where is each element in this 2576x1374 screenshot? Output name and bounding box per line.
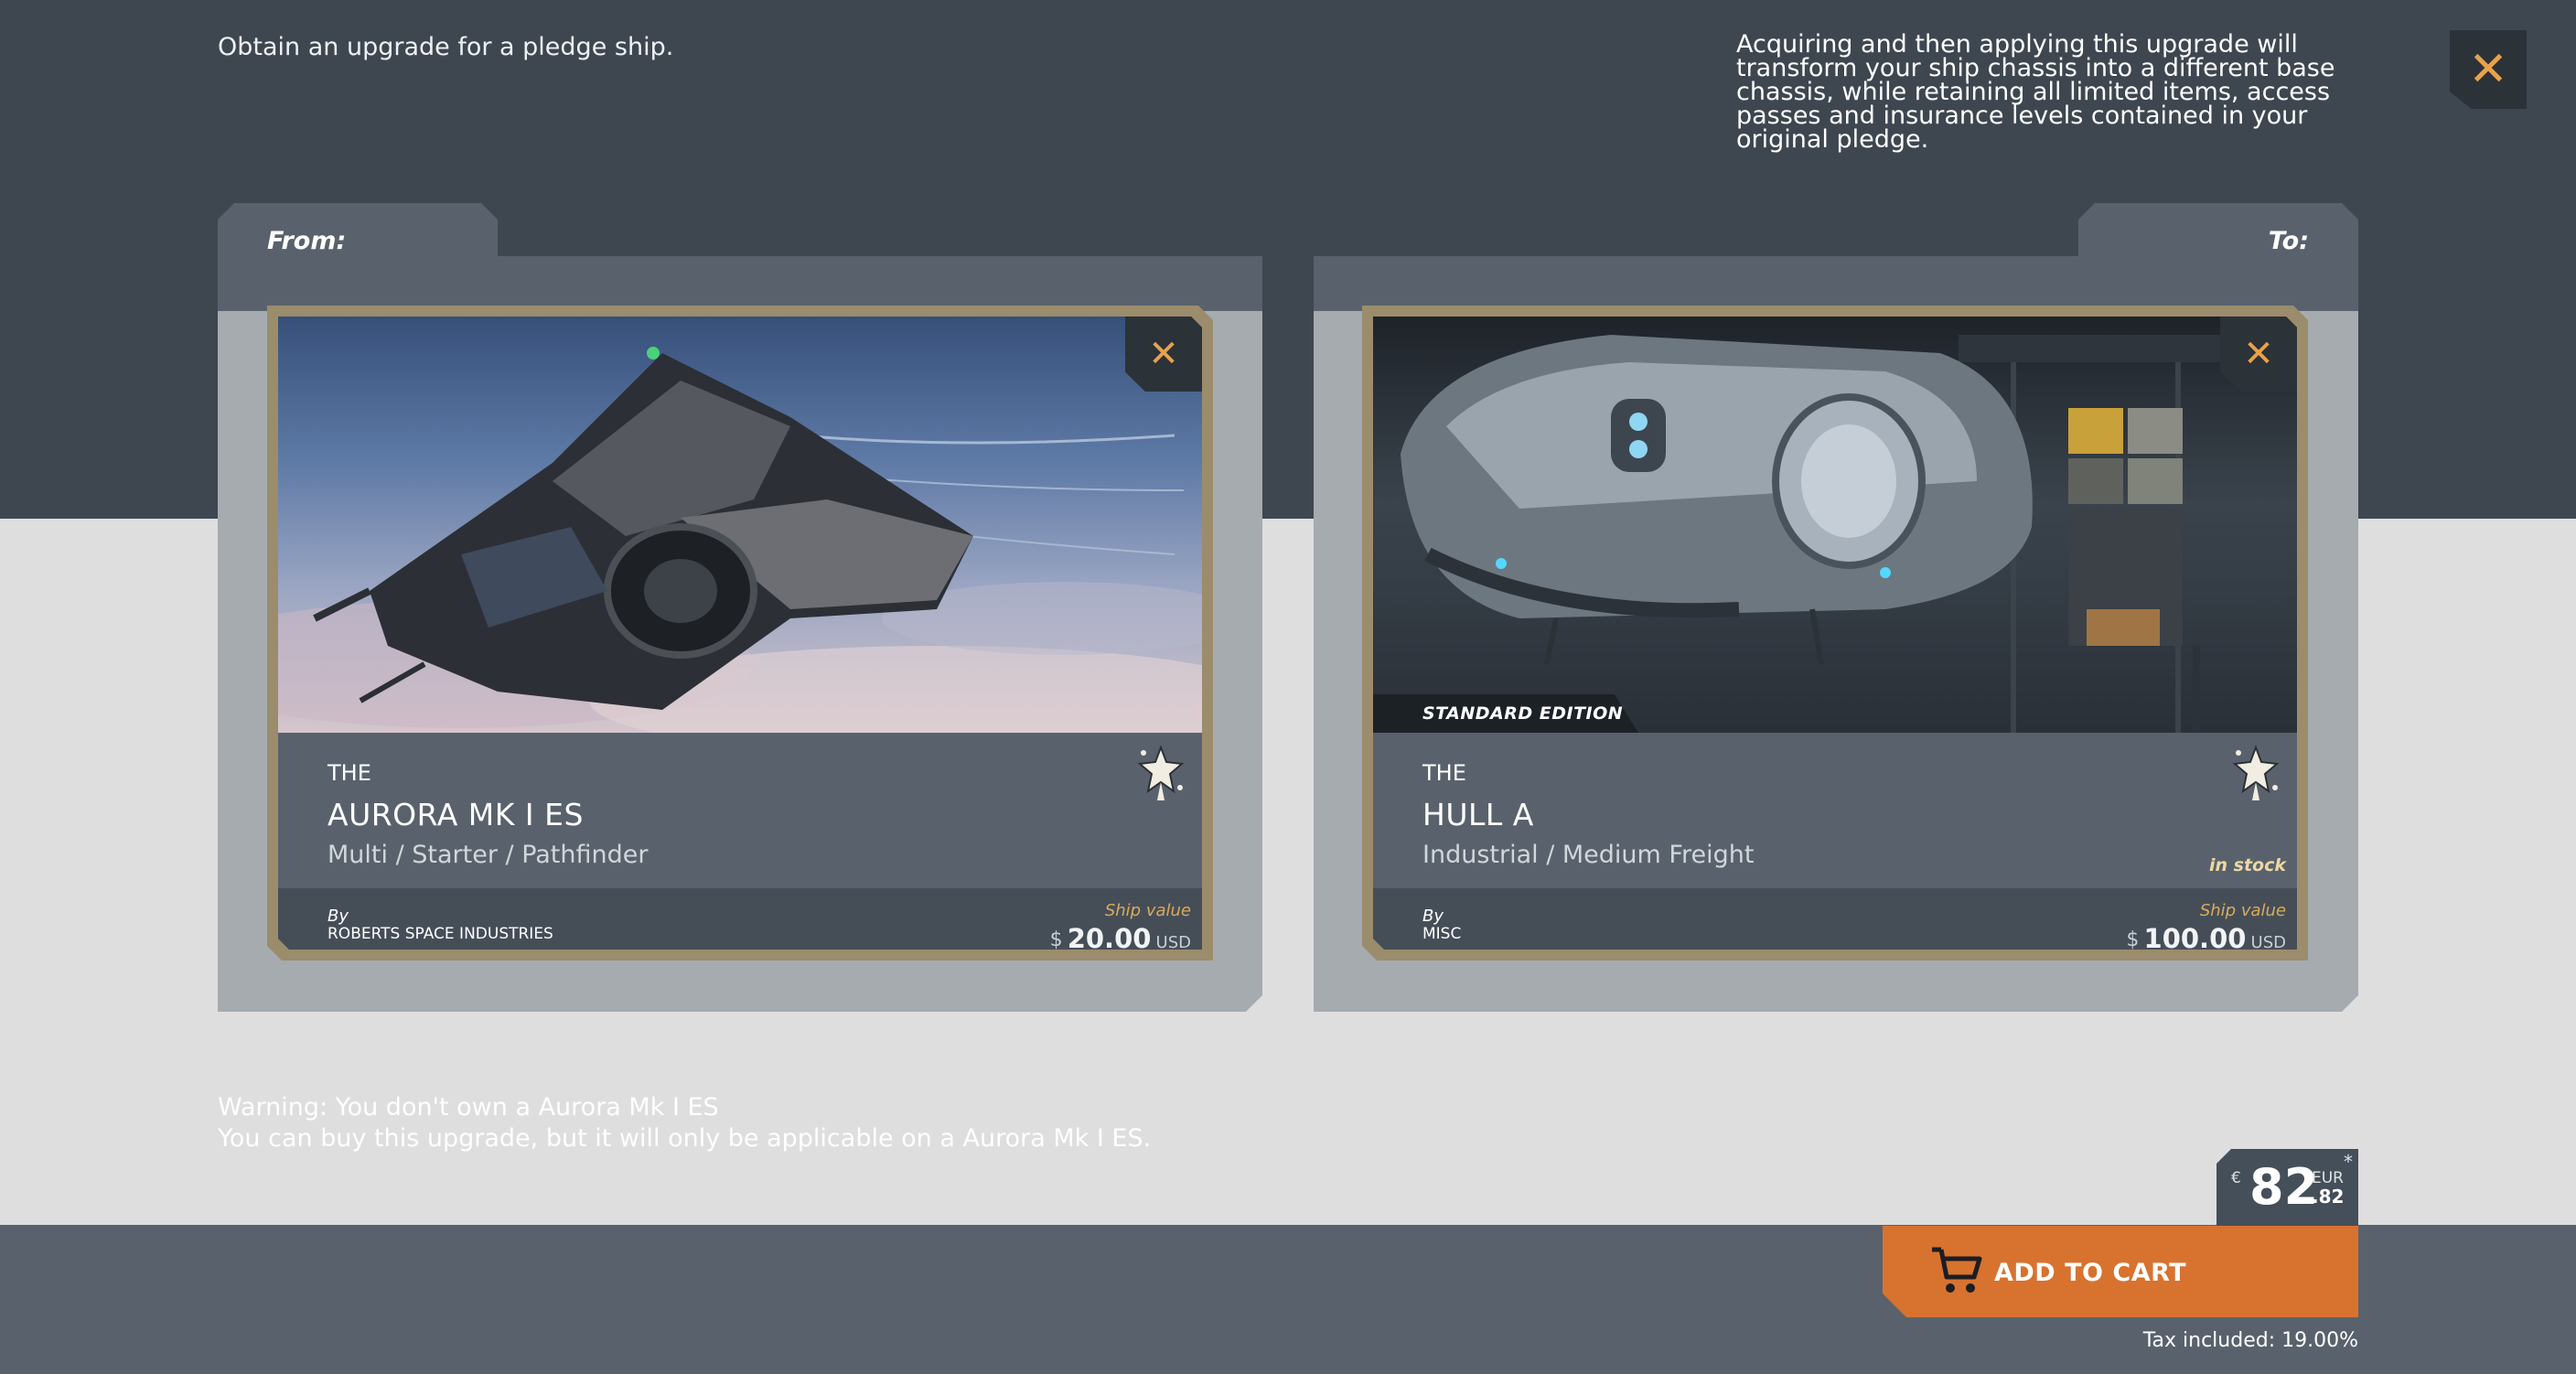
ship-focus: Multi / Starter / Pathfinder <box>327 841 649 869</box>
edition-badge: STANDARD EDITION <box>1373 694 1638 733</box>
aurora-ship-illustration <box>278 317 1202 733</box>
ship-value-label: Ship value <box>1104 901 1191 920</box>
currency-code: USD <box>1155 933 1191 950</box>
ship-focus: Industrial / Medium Freight <box>1422 841 1755 869</box>
total-currency-code: EUR <box>2312 1169 2344 1187</box>
manufacturer-logo-icon <box>1134 744 1187 802</box>
price-amount: 100.00 <box>2143 923 2247 950</box>
ship-value-label: Ship value <box>2199 901 2286 920</box>
warning-line-1: Warning: You don't own a Aurora Mk I ES <box>218 1093 719 1122</box>
total-integer: 82 <box>2249 1158 2319 1216</box>
intro-text: Obtain an upgrade for a pledge ship. <box>218 33 674 61</box>
from-card-body: ✕ THE AURORA MK I ES Multi / Starter / P… <box>278 317 1202 950</box>
from-tab: From: <box>218 203 498 311</box>
from-ship-card: ✕ THE AURORA MK I ES Multi / Starter / P… <box>267 306 1213 961</box>
close-icon: ✕ <box>2468 42 2508 97</box>
ship-name: AURORA MK I ES <box>327 797 584 832</box>
manufacturer-name: MISC <box>1422 925 1462 943</box>
hull-a-ship-illustration <box>1373 317 2297 733</box>
total-decimal: .82 <box>2312 1186 2345 1208</box>
currency-code: USD <box>2250 933 2286 950</box>
from-ship-footer: By ROBERTS SPACE INDUSTRIES Ship value $… <box>278 888 1202 950</box>
add-to-cart-button[interactable]: ADD TO CART <box>1883 1226 2358 1317</box>
by-label: By <box>327 907 349 926</box>
warning-line-2: You can buy this upgrade, but it will on… <box>218 1124 1152 1153</box>
by-label: By <box>1422 907 1444 926</box>
to-card-body: STANDARD EDITION ✕ THE HULL A Industrial… <box>1373 317 2297 950</box>
ship-name: HULL A <box>1422 797 1534 832</box>
price-amount: 20.00 <box>1067 923 1152 950</box>
to-ship-footer: By MISC Ship value $ 100.00 USD <box>1373 888 2297 950</box>
ownership-warning: Warning: You don't own a Aurora Mk I ES … <box>218 1092 1151 1154</box>
manufacturer-logo-icon <box>2229 744 2282 802</box>
stock-status: in stock <box>2209 855 2286 875</box>
ship-value-price: $ 100.00 USD <box>2126 923 2286 950</box>
remove-from-ship-button[interactable]: ✕ <box>1125 317 1202 392</box>
ship-article: THE <box>327 760 371 786</box>
cart-icon <box>1928 1244 1983 1297</box>
close-icon: ✕ <box>2243 333 2274 375</box>
to-tab: To: <box>2078 203 2358 311</box>
total-currency-symbol: € <box>2231 1169 2241 1187</box>
add-to-cart-label: ADD TO CART <box>1994 1259 2187 1287</box>
currency-symbol: $ <box>1049 929 1063 950</box>
to-ship-card: STANDARD EDITION ✕ THE HULL A Industrial… <box>1362 306 2308 961</box>
to-ship-image: STANDARD EDITION <box>1373 317 2297 733</box>
currency-symbol: $ <box>2126 929 2140 950</box>
remove-to-ship-button[interactable]: ✕ <box>2220 317 2297 392</box>
tax-asterisk: * <box>2344 1151 2353 1173</box>
tax-info: Tax included: 19.00% <box>2142 1329 2358 1352</box>
total-price-badge: € 82 EUR .82 * <box>2216 1149 2358 1226</box>
manufacturer-name: ROBERTS SPACE INDUSTRIES <box>327 925 553 943</box>
from-ship-info: THE AURORA MK I ES Multi / Starter / Pat… <box>278 733 1202 888</box>
upgrade-description: Acquiring and then applying this upgrade… <box>1736 30 2335 154</box>
to-ship-info: THE HULL A Industrial / Medium Freight i… <box>1373 733 2297 888</box>
ship-value-price: $ 20.00 USD <box>1050 923 1191 950</box>
close-icon: ✕ <box>1148 333 1179 375</box>
from-ship-image <box>278 317 1202 733</box>
close-dialog-button[interactable]: ✕ <box>2450 30 2527 109</box>
ship-article: THE <box>1422 760 1466 786</box>
